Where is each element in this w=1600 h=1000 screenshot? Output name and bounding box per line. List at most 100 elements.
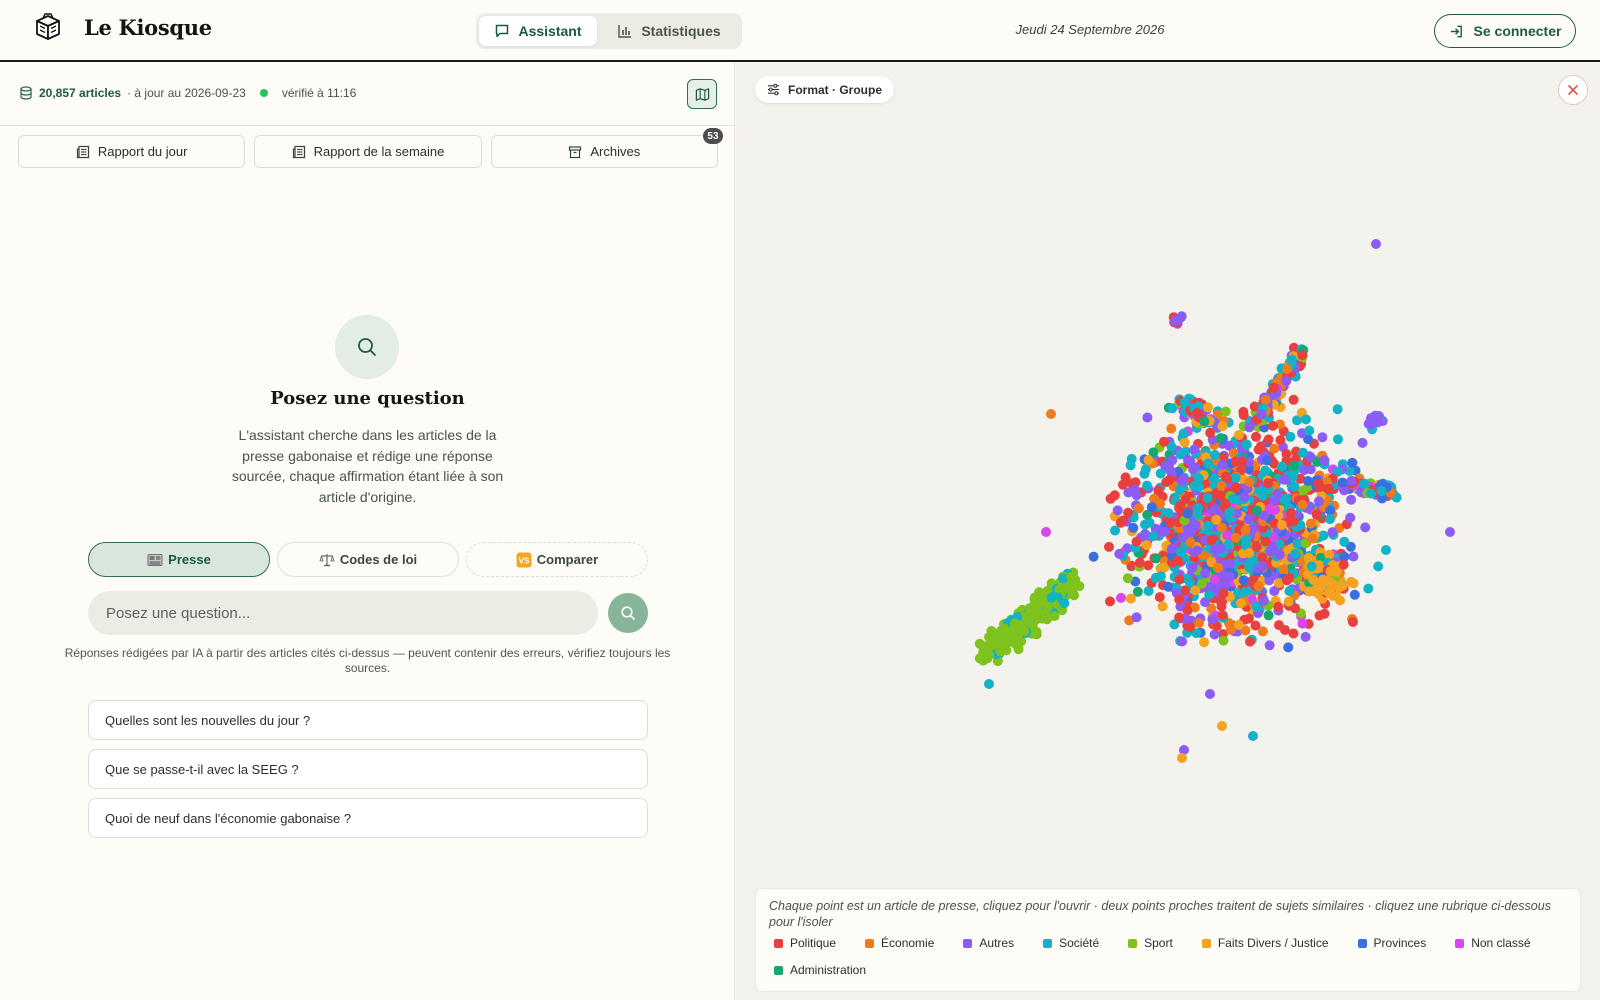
- article-point[interactable]: [1371, 239, 1381, 249]
- article-point[interactable]: [1010, 618, 1020, 629]
- article-point[interactable]: [1205, 689, 1215, 699]
- article-point[interactable]: [1123, 507, 1134, 518]
- article-point[interactable]: [1257, 561, 1268, 572]
- article-point[interactable]: [1114, 548, 1125, 559]
- article-point[interactable]: [1260, 536, 1271, 547]
- article-point[interactable]: [1332, 404, 1343, 415]
- article-point[interactable]: [1218, 635, 1229, 646]
- legend-item[interactable]: Économie: [865, 936, 934, 950]
- article-point[interactable]: [1230, 532, 1241, 543]
- article-point[interactable]: [1236, 456, 1247, 467]
- article-point[interactable]: [1256, 409, 1267, 420]
- article-point[interactable]: [1284, 586, 1295, 597]
- article-point[interactable]: [1188, 522, 1199, 533]
- article-point[interactable]: [1304, 586, 1315, 597]
- brand[interactable]: Le Kiosque: [34, 12, 212, 42]
- article-point[interactable]: [1216, 522, 1227, 533]
- article-point[interactable]: [1148, 531, 1159, 542]
- article-point[interactable]: [1269, 443, 1280, 454]
- article-point[interactable]: [1239, 491, 1250, 502]
- article-point[interactable]: [1244, 548, 1255, 558]
- article-point[interactable]: [1315, 482, 1325, 492]
- article-point[interactable]: [1445, 527, 1455, 537]
- article-point[interactable]: [1216, 597, 1227, 608]
- article-point[interactable]: [1290, 548, 1301, 559]
- article-point[interactable]: [1037, 595, 1048, 606]
- article-point[interactable]: [1345, 512, 1356, 523]
- article-point[interactable]: [1175, 500, 1186, 511]
- article-point[interactable]: [1251, 431, 1261, 442]
- article-point[interactable]: [1199, 637, 1210, 648]
- article-point[interactable]: [1288, 628, 1299, 639]
- article-point[interactable]: [1122, 573, 1133, 584]
- legend-item[interactable]: Sport: [1128, 936, 1173, 950]
- article-point[interactable]: [1348, 578, 1359, 589]
- article-point[interactable]: [1172, 314, 1183, 325]
- article-point[interactable]: [1146, 502, 1157, 513]
- article-point[interactable]: [1326, 578, 1337, 588]
- article-point[interactable]: [1200, 568, 1211, 579]
- article-point[interactable]: [1319, 455, 1330, 466]
- article-point[interactable]: [1159, 436, 1169, 447]
- article-point[interactable]: [1251, 505, 1262, 516]
- article-point[interactable]: [1167, 455, 1178, 466]
- article-point[interactable]: [1325, 505, 1336, 516]
- article-point[interactable]: [1215, 433, 1226, 444]
- article-point[interactable]: [1185, 456, 1196, 467]
- article-point[interactable]: [1104, 541, 1114, 552]
- article-point[interactable]: [1110, 525, 1120, 536]
- article-point[interactable]: [1277, 461, 1287, 472]
- article-point[interactable]: [1129, 484, 1140, 495]
- article-point[interactable]: [1301, 414, 1311, 425]
- article-point[interactable]: [1241, 439, 1252, 450]
- format-group-button[interactable]: Format · Groupe: [755, 76, 895, 103]
- article-point[interactable]: [1272, 488, 1283, 499]
- close-map-button[interactable]: [1558, 75, 1588, 105]
- article-point[interactable]: [1258, 595, 1269, 606]
- article-point[interactable]: [1179, 397, 1190, 408]
- article-point[interactable]: [1112, 505, 1123, 516]
- article-point[interactable]: [1230, 472, 1241, 483]
- article-point[interactable]: [1348, 617, 1358, 627]
- article-point[interactable]: [1193, 473, 1204, 484]
- suggestion-item[interactable]: Quoi de neuf dans l'économie gabonaise ?: [88, 798, 648, 838]
- article-point[interactable]: [1178, 428, 1189, 439]
- legend-item[interactable]: Faits Divers / Justice: [1201, 936, 1329, 950]
- article-point[interactable]: [1303, 552, 1314, 563]
- article-point[interactable]: [1215, 543, 1226, 554]
- article-point[interactable]: [1285, 431, 1296, 442]
- article-point[interactable]: [1166, 423, 1177, 434]
- article-point[interactable]: [1244, 477, 1255, 487]
- article-point[interactable]: [1306, 561, 1317, 572]
- article-point[interactable]: [1307, 533, 1318, 544]
- article-point[interactable]: [1174, 594, 1185, 605]
- article-point[interactable]: [1220, 406, 1231, 417]
- article-point[interactable]: [1134, 557, 1145, 568]
- daily-report-button[interactable]: Rapport du jour: [18, 135, 246, 168]
- article-point[interactable]: [1253, 581, 1264, 592]
- source-tab-presse[interactable]: Presse: [88, 542, 270, 577]
- article-point[interactable]: [1289, 481, 1300, 492]
- article-point[interactable]: [1273, 601, 1284, 612]
- legend-item[interactable]: Provinces: [1357, 936, 1426, 950]
- article-scatter-map[interactable]: [736, 62, 1600, 1000]
- article-point[interactable]: [1203, 520, 1214, 531]
- article-point[interactable]: [1308, 575, 1319, 585]
- article-point[interactable]: [1297, 618, 1308, 629]
- article-point[interactable]: [1142, 480, 1152, 491]
- article-point[interactable]: [1142, 412, 1153, 423]
- article-point[interactable]: [1381, 545, 1391, 555]
- article-point[interactable]: [1193, 503, 1204, 513]
- article-point[interactable]: [1311, 509, 1322, 520]
- article-point[interactable]: [1155, 571, 1166, 582]
- article-point[interactable]: [1192, 408, 1203, 418]
- article-point[interactable]: [1274, 620, 1284, 631]
- article-point[interactable]: [1349, 589, 1360, 600]
- article-point[interactable]: [1202, 493, 1213, 503]
- article-point[interactable]: [1360, 522, 1371, 533]
- article-point[interactable]: [1174, 484, 1185, 495]
- article-point[interactable]: [1325, 566, 1336, 577]
- article-point[interactable]: [1125, 593, 1136, 604]
- article-point[interactable]: [1163, 508, 1174, 519]
- article-point[interactable]: [1105, 596, 1115, 607]
